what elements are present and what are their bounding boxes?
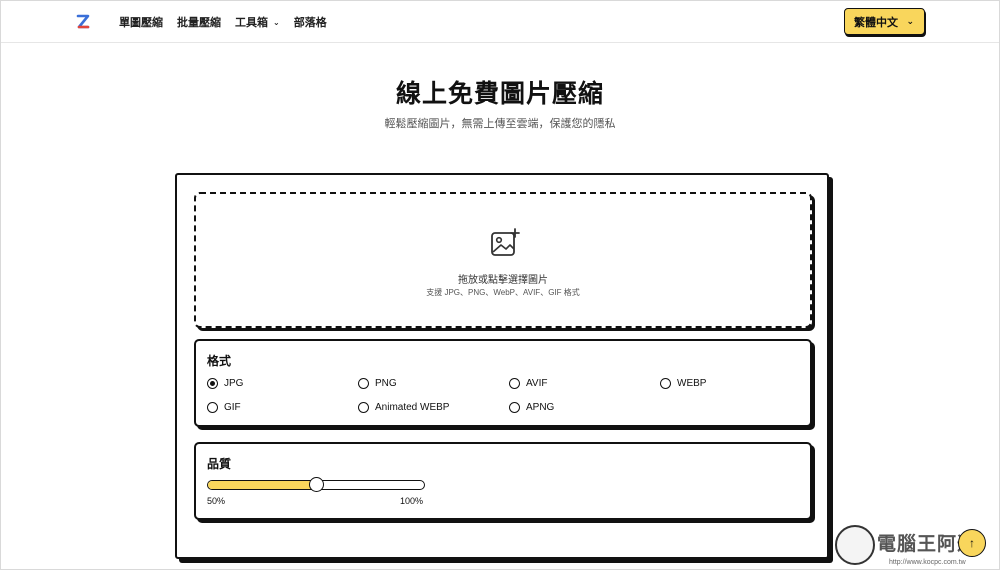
format-option-webp[interactable]: WEBP (660, 378, 706, 389)
format-option-label: APNG (526, 402, 555, 413)
add-image-icon (491, 228, 520, 256)
quality-slider[interactable] (207, 477, 425, 492)
image-dropzone[interactable]: 拖放或點擊選擇圖片 支援 JPG、PNG、WebP、AVIF、GIF 格式 (194, 192, 812, 328)
language-select-button[interactable]: 繁體中文 ⌄ (844, 8, 925, 35)
dropzone-supported-formats: 支援 JPG、PNG、WebP、AVIF、GIF 格式 (426, 288, 580, 297)
chevron-down-icon: ⌄ (273, 17, 280, 27)
quality-min-label: 50% (207, 496, 226, 506)
format-option-label: AVIF (526, 378, 548, 389)
quality-panel: 品質 50% 100% (194, 442, 812, 520)
logo-icon[interactable] (75, 13, 91, 31)
nav-blog[interactable]: 部落格 (294, 14, 327, 30)
radio-checked[interactable] (207, 378, 218, 389)
nav-toolbox-label: 工具箱 (235, 17, 268, 29)
radio[interactable] (207, 402, 218, 413)
radio[interactable] (358, 378, 369, 389)
main-nav: 單圖壓縮 批量壓縮 工具箱 ⌄ 部落格 (119, 14, 327, 30)
language-label: 繁體中文 (854, 16, 898, 29)
quality-title: 品質 (207, 457, 232, 471)
mascot-face-icon (835, 525, 875, 565)
dropzone-main-text: 拖放或點擊選擇圖片 (458, 275, 548, 286)
format-option-animated-webp[interactable]: Animated WEBP (358, 402, 449, 413)
page-title: 線上免費圖片壓縮 (395, 79, 604, 108)
quality-slider-thumb[interactable] (309, 477, 324, 492)
top-header: 單圖壓縮 批量壓縮 工具箱 ⌄ 部落格 繁體中文 ⌄ (1, 1, 999, 43)
compressor-card: 拖放或點擊選擇圖片 支援 JPG、PNG、WebP、AVIF、GIF 格式 格式… (175, 173, 829, 559)
nav-single-compress[interactable]: 單圖壓縮 (119, 14, 163, 30)
format-option-label: GIF (224, 402, 241, 413)
watermark-url: http://www.kocpc.com.tw (889, 559, 966, 566)
scroll-top-button[interactable]: ↑ (958, 529, 986, 557)
format-option-label: JPG (224, 378, 244, 389)
format-option-apng[interactable]: APNG (509, 402, 554, 413)
format-option-label: WEBP (677, 378, 707, 389)
quality-slider-fill (208, 481, 316, 489)
radio[interactable] (509, 378, 520, 389)
quality-max-label: 100% (400, 496, 424, 506)
nav-single-compress-label: 單圖壓縮 (119, 17, 163, 29)
arrow-up-icon: ↑ (969, 536, 975, 550)
format-option-label: Animated WEBP (375, 402, 450, 413)
nav-toolbox[interactable]: 工具箱 ⌄ (235, 14, 280, 30)
radio[interactable] (509, 402, 520, 413)
format-option-png[interactable]: PNG (358, 378, 397, 389)
nav-blog-label: 部落格 (293, 17, 327, 29)
format-option-label: PNG (375, 378, 397, 389)
radio[interactable] (358, 402, 369, 413)
chevron-down-icon: ⌄ (906, 16, 914, 26)
nav-batch-compress-label: 批量壓縮 (177, 17, 221, 29)
format-option-jpg[interactable]: JPG (207, 378, 243, 389)
format-title: 格式 (207, 354, 232, 368)
radio[interactable] (660, 378, 671, 389)
format-option-gif[interactable]: GIF (207, 402, 241, 413)
format-option-avif[interactable]: AVIF (509, 378, 547, 389)
format-panel: 格式 JPG PNG AVIF WEBP GIF Animated WEBP A… (194, 339, 812, 427)
nav-batch-compress[interactable]: 批量壓縮 (177, 14, 221, 30)
page-subtitle: 輕鬆壓縮圖片，無需上傳至雲端，保護您的隱私 (384, 118, 616, 130)
